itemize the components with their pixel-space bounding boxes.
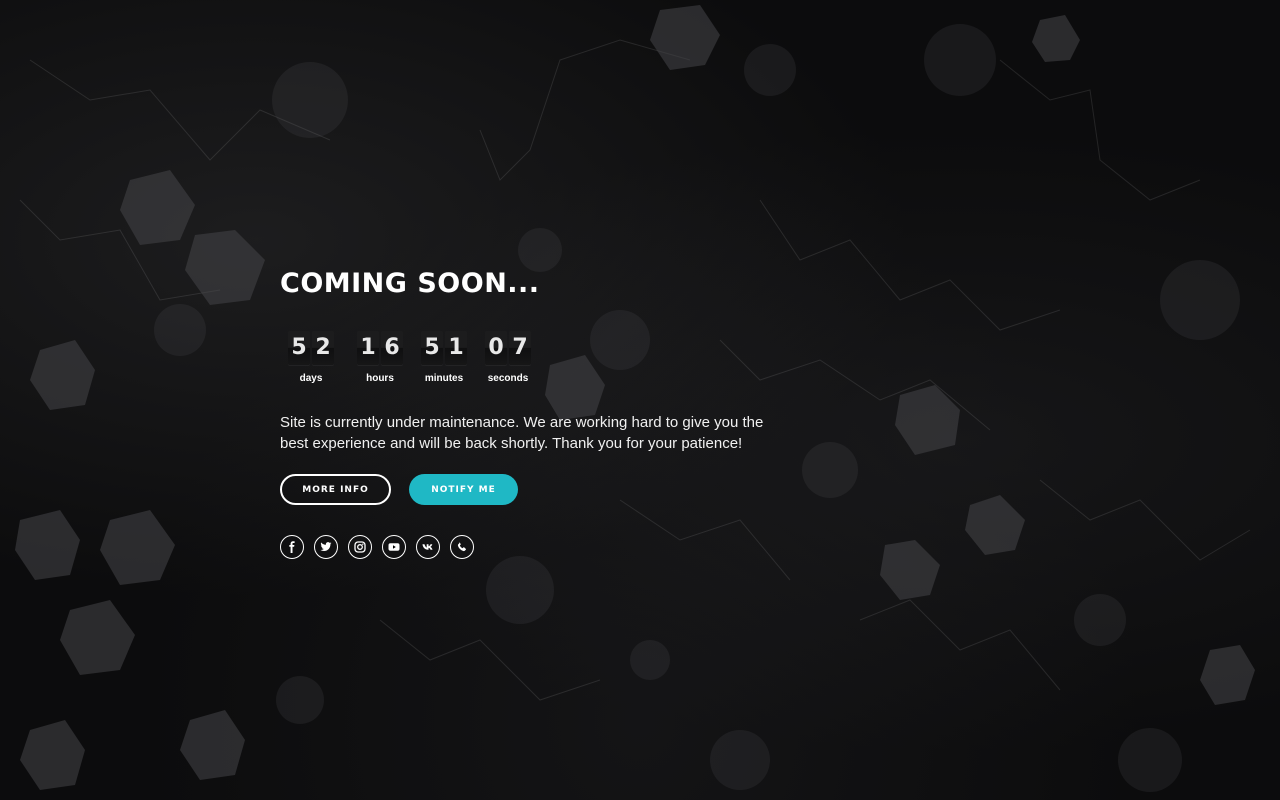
instagram-icon[interactable] bbox=[348, 535, 372, 559]
countdown-label: hours bbox=[366, 373, 394, 384]
phone-icon[interactable] bbox=[450, 535, 474, 559]
countdown-timer: 5 2 days 1 6 hours 5 1 minutes 0 7 secon… bbox=[280, 331, 800, 384]
countdown-digit: 5 bbox=[421, 331, 443, 365]
maintenance-message: Site is currently under maintenance. We … bbox=[280, 414, 764, 452]
countdown-label: minutes bbox=[424, 373, 464, 384]
countdown-digit: 5 bbox=[288, 331, 310, 365]
action-buttons: MORE INFO NOTIFY ME bbox=[280, 474, 800, 505]
countdown-digit: 1 bbox=[357, 331, 379, 365]
youtube-icon[interactable] bbox=[382, 535, 406, 559]
facebook-icon[interactable] bbox=[280, 535, 304, 559]
countdown-hours: 1 6 hours bbox=[344, 331, 408, 384]
more-info-button[interactable]: MORE INFO bbox=[280, 474, 391, 505]
notify-me-button[interactable]: NOTIFY ME bbox=[409, 474, 518, 505]
vk-icon[interactable] bbox=[416, 535, 440, 559]
page-title: COMING SOON... bbox=[280, 268, 540, 299]
countdown-label: seconds bbox=[487, 373, 529, 384]
coming-soon-panel: COMING SOON... 5 2 days 1 6 hours 5 1 mi… bbox=[280, 266, 800, 559]
countdown-minutes: 5 1 minutes bbox=[408, 331, 472, 384]
countdown-label: days bbox=[299, 373, 323, 384]
page-background: COMING SOON... 5 2 days 1 6 hours 5 1 mi… bbox=[0, 0, 1280, 800]
countdown-days: 5 2 days bbox=[280, 331, 344, 384]
countdown-digit: 7 bbox=[509, 331, 531, 365]
countdown-digit: 1 bbox=[445, 331, 467, 365]
social-links bbox=[280, 535, 800, 559]
twitter-icon[interactable] bbox=[314, 535, 338, 559]
countdown-digit: 2 bbox=[312, 331, 334, 365]
countdown-digit: 6 bbox=[381, 331, 403, 365]
countdown-seconds: 0 7 seconds bbox=[472, 331, 536, 384]
countdown-digit: 0 bbox=[485, 331, 507, 365]
